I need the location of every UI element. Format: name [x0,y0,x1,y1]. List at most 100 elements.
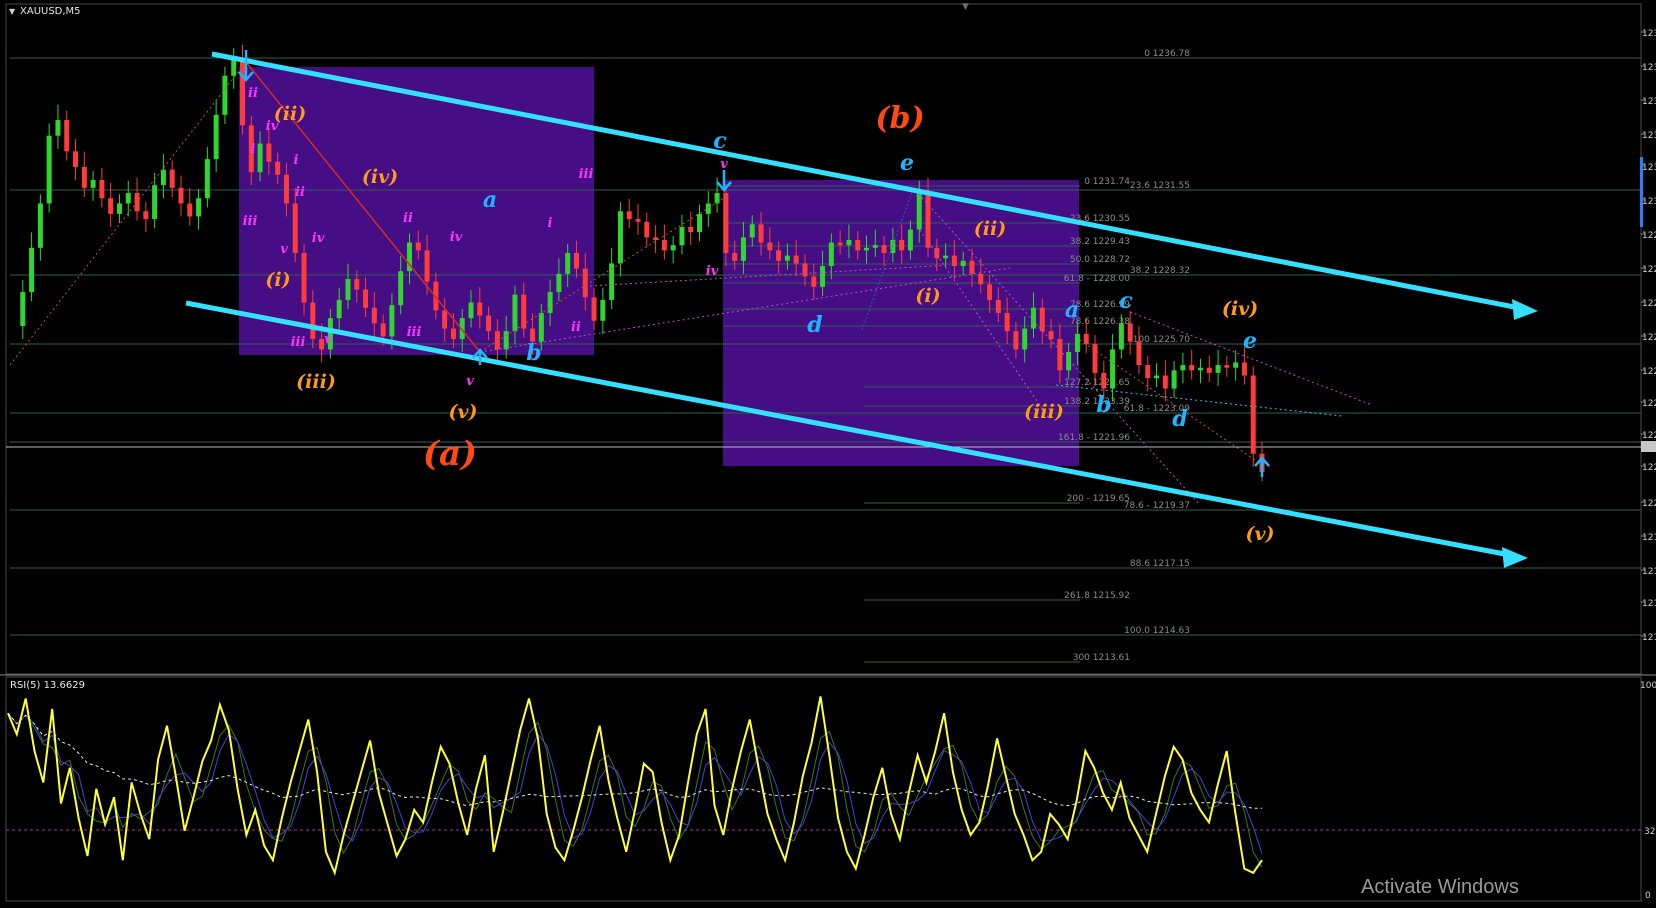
candle-body [776,250,782,261]
candle-body [960,260,966,267]
fib-level-label: 300 1213.61 [1073,653,1130,663]
candle-body [688,226,694,233]
candle-body [987,284,993,300]
wave-label: (iii) [296,371,336,393]
fib-level-label: 261.8 1215.92 [1064,591,1130,601]
wave-label: i [251,142,256,157]
candle-body [301,252,307,303]
activate-windows-watermark: Activate Windows [1361,876,1519,898]
candle-body [187,203,193,217]
wave-label: c [1119,288,1133,314]
wave-label: (v) [448,401,477,423]
fib-level-label: 38.2 1229.43 [1070,237,1130,247]
price-axis-label: 121 [1642,633,1656,643]
wave-label: iii [407,325,422,340]
candle-body [1189,365,1195,371]
candle-body [556,273,562,293]
candle-body [907,229,913,251]
candle-body [73,151,79,167]
fib-level-label: 78.6 - 1219.37 [1124,501,1190,511]
price-axis-label: 122 [1642,367,1656,377]
candle-body [213,114,219,160]
candle-body [837,242,843,246]
price-chart[interactable]: 0 1236.780 1231.74 23.6 1231.5523.6 1230.… [0,0,1656,903]
chart-window[interactable]: 0 1236.78 0 1231.74 23.6 1231.55 23.6 1230.… [0,0,1656,903]
candle-body [644,221,650,238]
candle-body [600,299,606,321]
candle-body [1136,341,1142,366]
chart-scroll-marker-icon: ▼ [962,2,969,12]
indicator-label: RSI(5) 13.6629 [10,680,85,691]
candle-body [872,245,878,248]
chart-collapse-icon[interactable]: ▼ [9,7,16,16]
candle-body [565,252,571,274]
candle-body [1013,331,1019,350]
wave-label: a [483,187,497,213]
candle-body [995,299,1001,313]
price-axis-label: 122 [1642,333,1656,343]
candle-body [758,224,764,243]
candle-body [767,242,773,251]
price-axis-label: 122 [1642,431,1656,441]
price-axis-label: 123 [1642,131,1656,141]
candle-body [1101,372,1107,389]
candle-body [55,120,61,136]
channel-lower-arrow-icon [1502,547,1528,568]
wave-label: ii [295,185,305,200]
fib-level-label: 23.6 1231.55 [1130,181,1190,191]
candle-body [46,135,52,204]
price-axis-label: 123 [1642,63,1656,73]
wave-label: iii [579,167,594,182]
rsi-line [7,696,1263,877]
fib-level-label: 0 1236.78 [1144,49,1190,59]
wave-label: b [526,340,541,366]
candle-body [1197,367,1203,371]
fib-level-label: 38.2 1228.32 [1130,266,1190,276]
candle-body [705,203,711,214]
wave-label: (b) [875,101,924,136]
candle-body [1048,331,1054,340]
candle-body [547,292,553,313]
candle-body [1022,328,1028,350]
candle-body [591,297,597,321]
candle-body [951,255,957,267]
candle-body [468,302,474,319]
candle-body [617,211,623,264]
candle-body [969,260,975,274]
indicator-scale-top: 100 [1640,681,1656,691]
candle-body [802,263,808,277]
candle-body [442,310,448,329]
scroll-marker[interactable] [1640,157,1643,227]
candle-body [354,279,360,290]
candle-body [916,193,922,230]
candle-body [231,60,237,76]
candle-body [99,179,105,199]
candle-body [1154,375,1160,379]
candle-body [310,302,316,340]
wave-label: iv [706,264,719,279]
candle-body [29,247,35,293]
candle-body [679,226,685,246]
candle-body [538,312,544,342]
indicator-scale-mid: 32 [1644,827,1655,837]
price-axis-label: 122 [1642,299,1656,309]
candle-body [81,166,87,188]
wave-label: (iv) [1222,298,1258,320]
price-axis-label: 121 [1642,567,1656,577]
candle-body [740,237,746,261]
fib-level-label: 161.8 - 1221.96 [1058,433,1130,443]
candle-body [670,245,676,251]
candle-body [635,219,641,222]
candle-body [521,294,527,329]
candle-body [784,255,790,261]
price-axis-label: 123 [1642,163,1656,173]
wave-label: e [900,150,914,176]
wave-label: a [1065,297,1079,323]
wave-label: (iv) [362,166,398,188]
candle-body [222,75,228,115]
candle-body [732,252,738,261]
candle-body [371,307,377,324]
candle-body [125,193,131,204]
candle-body [240,60,246,126]
candle-body [1224,365,1230,368]
